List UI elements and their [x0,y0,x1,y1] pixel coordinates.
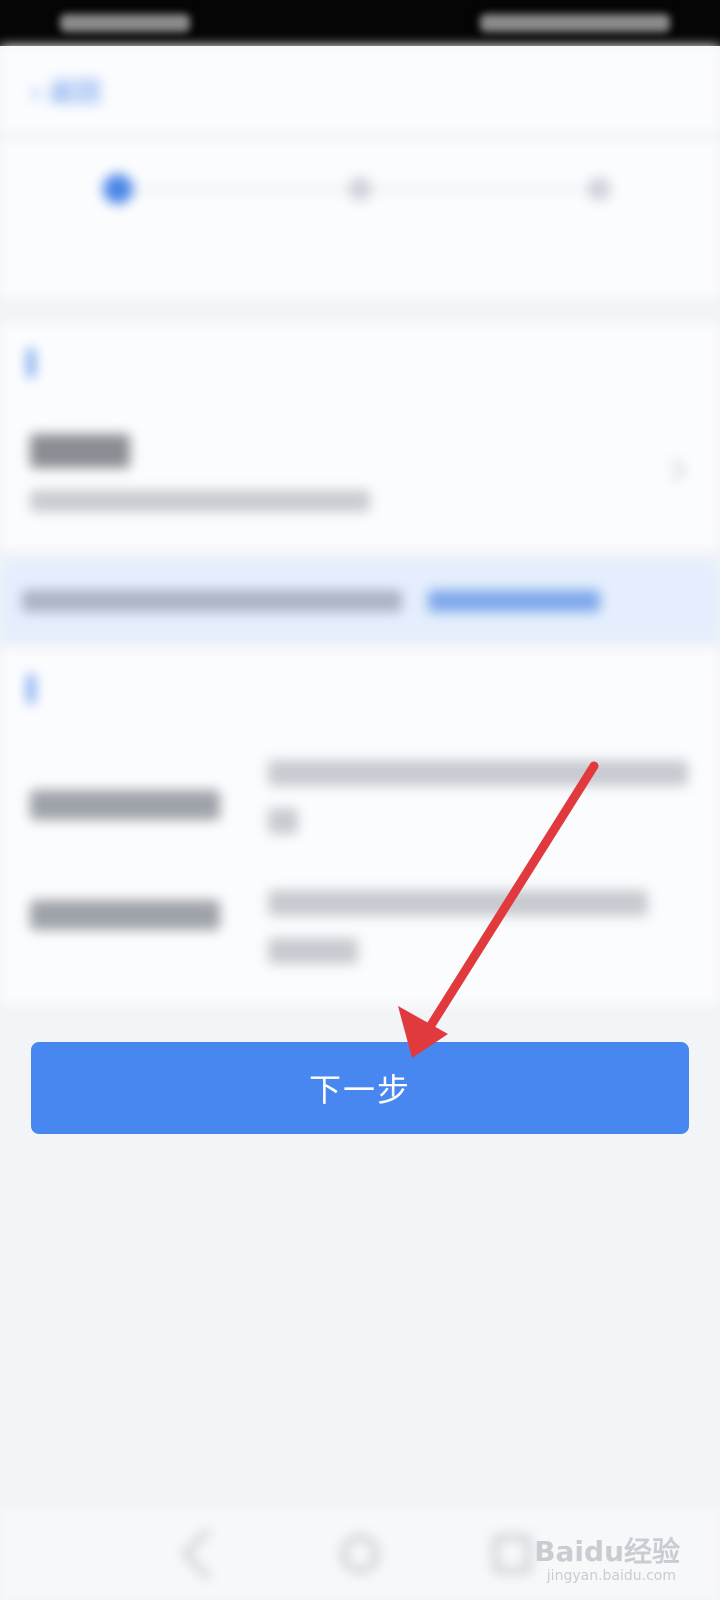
banner-link[interactable] [428,590,600,612]
section-marker [28,348,34,378]
status-left-icons [60,14,190,32]
step-2-dot [348,177,372,201]
row-1-value [268,760,688,786]
watermark-logo: Baidu经验 [534,1535,680,1568]
personal-item-detail [30,490,370,512]
next-step-button[interactable]: 下一步 [31,1042,689,1134]
step-1-dot [103,174,133,204]
banner-text [22,590,402,612]
personal-item-name [30,434,130,468]
personal-item[interactable] [0,410,720,540]
info-section [0,650,720,1004]
back-button[interactable]: ‹ 返回 [30,72,101,109]
recents-nav-icon[interactable] [494,1536,530,1572]
progress-stepper [0,140,720,298]
section-marker [28,674,34,704]
step-3-dot [587,177,611,201]
step-connector [360,188,600,190]
back-nav-icon[interactable] [182,1528,234,1580]
back-label: 返回 [48,78,101,108]
status-bar [0,0,720,46]
row-1-value-cont [268,808,298,834]
row-2-label [30,900,220,930]
row-2-value-cont [268,938,358,964]
step-connector [120,188,360,190]
info-banner [0,560,720,642]
status-right-icons [480,14,670,32]
chevron-right-icon [662,458,686,482]
personal-info-section [0,324,720,550]
home-nav-icon[interactable] [342,1536,378,1572]
row-2-value [268,890,648,916]
nav-bar: ‹ 返回 [0,46,720,132]
row-1-label [30,790,220,820]
watermark-url: jingyan.baidu.com [546,1568,676,1584]
